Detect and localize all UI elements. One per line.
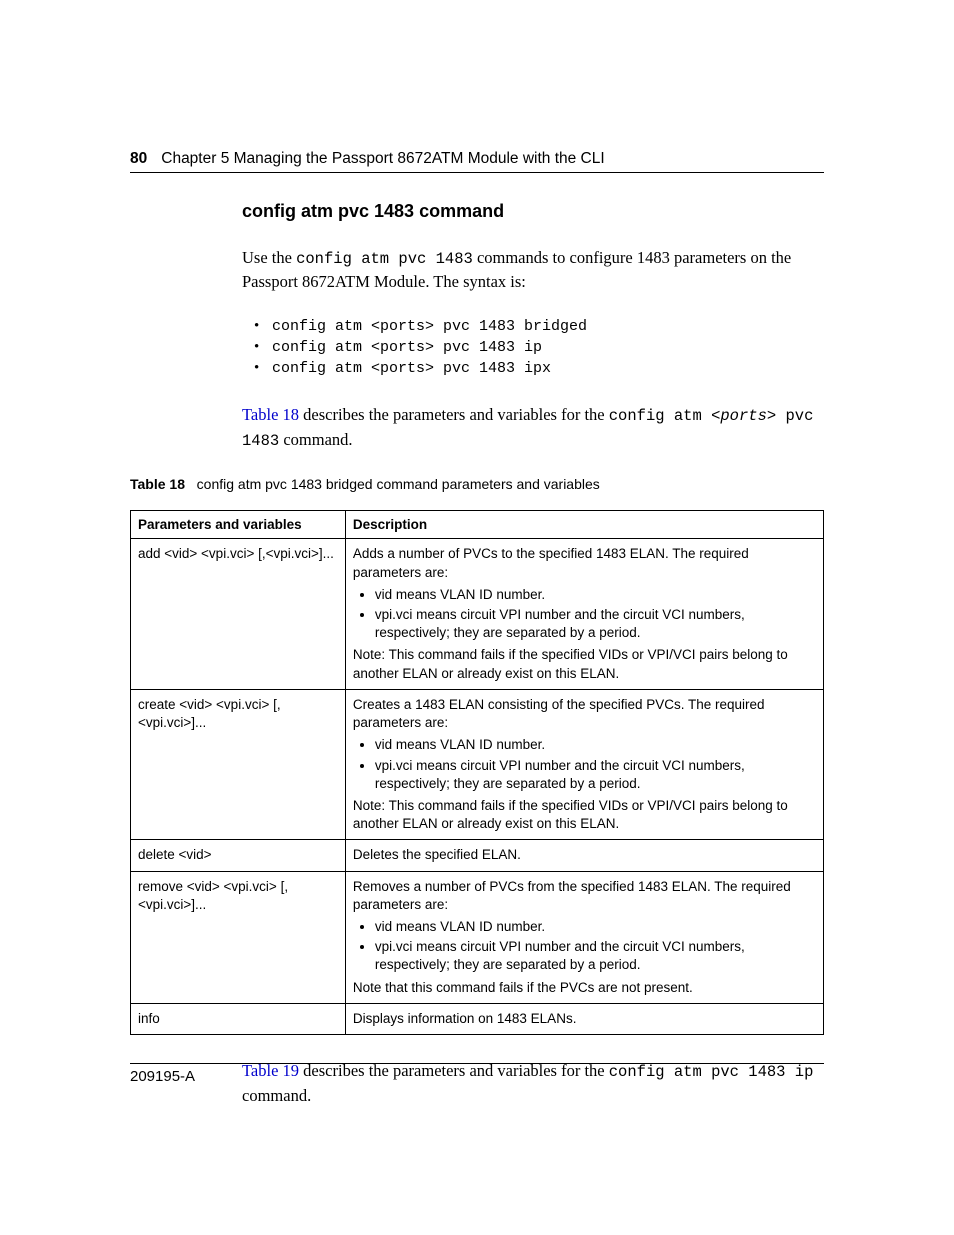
intro-paragraph: Use the config atm pvc 1483 commands to …: [242, 246, 824, 294]
footer: 209195-A: [130, 1063, 824, 1085]
doc-number: 209195-A: [130, 1068, 195, 1085]
desc-cell: Displays information on 1483 ELANs.: [345, 1003, 823, 1034]
param-cell: delete <vid>: [131, 840, 346, 871]
table-row: add <vid> <vpi.vci> [,<vpi.vci>]... Adds…: [131, 539, 824, 690]
col-header: Description: [345, 511, 823, 539]
table18-block: Table 18 config atm pvc 1483 bridged com…: [130, 476, 824, 1035]
col-header: Parameters and variables: [131, 511, 346, 539]
page: 80 Chapter 5 Managing the Passport 8672A…: [0, 0, 954, 1235]
body-column: config atm pvc 1483 command Use the conf…: [130, 201, 824, 1108]
table-row: remove <vid> <vpi.vci> [,<vpi.vci>]... R…: [131, 871, 824, 1003]
desc-cell: Removes a number of PVCs from the specif…: [345, 871, 823, 1003]
running-header: 80 Chapter 5 Managing the Passport 8672A…: [130, 150, 824, 173]
param-cell: remove <vid> <vpi.vci> [,<vpi.vci>]...: [131, 871, 346, 1003]
syntax-list: config atm <ports> pvc 1483 bridged conf…: [242, 316, 824, 379]
table-row: delete <vid> Deletes the specified ELAN.: [131, 840, 824, 871]
list-item: config atm <ports> pvc 1483 ip: [254, 337, 824, 358]
chapter-title: Chapter 5 Managing the Passport 8672ATM …: [161, 150, 604, 168]
param-cell: info: [131, 1003, 346, 1034]
page-number: 80: [130, 150, 147, 168]
table18: Parameters and variables Description add…: [130, 510, 824, 1035]
table-xref[interactable]: Table 18: [242, 405, 299, 424]
table-caption: Table 18 config atm pvc 1483 bridged com…: [130, 476, 824, 492]
table-body: add <vid> <vpi.vci> [,<vpi.vci>]... Adds…: [131, 539, 824, 1035]
section-heading: config atm pvc 1483 command: [242, 201, 824, 222]
list-item: config atm <ports> pvc 1483 bridged: [254, 316, 824, 337]
table-row: info Displays information on 1483 ELANs.: [131, 1003, 824, 1034]
table-row: create <vid> <vpi.vci> [,<vpi.vci>]... C…: [131, 689, 824, 840]
list-item: config atm <ports> pvc 1483 ipx: [254, 358, 824, 379]
param-cell: add <vid> <vpi.vci> [,<vpi.vci>]...: [131, 539, 346, 690]
param-cell: create <vid> <vpi.vci> [,<vpi.vci>]...: [131, 689, 346, 840]
table18-lead: Table 18 describes the parameters and va…: [242, 403, 824, 452]
desc-cell: Deletes the specified ELAN.: [345, 840, 823, 871]
desc-cell: Adds a number of PVCs to the specified 1…: [345, 539, 823, 690]
desc-cell: Creates a 1483 ELAN consisting of the sp…: [345, 689, 823, 840]
